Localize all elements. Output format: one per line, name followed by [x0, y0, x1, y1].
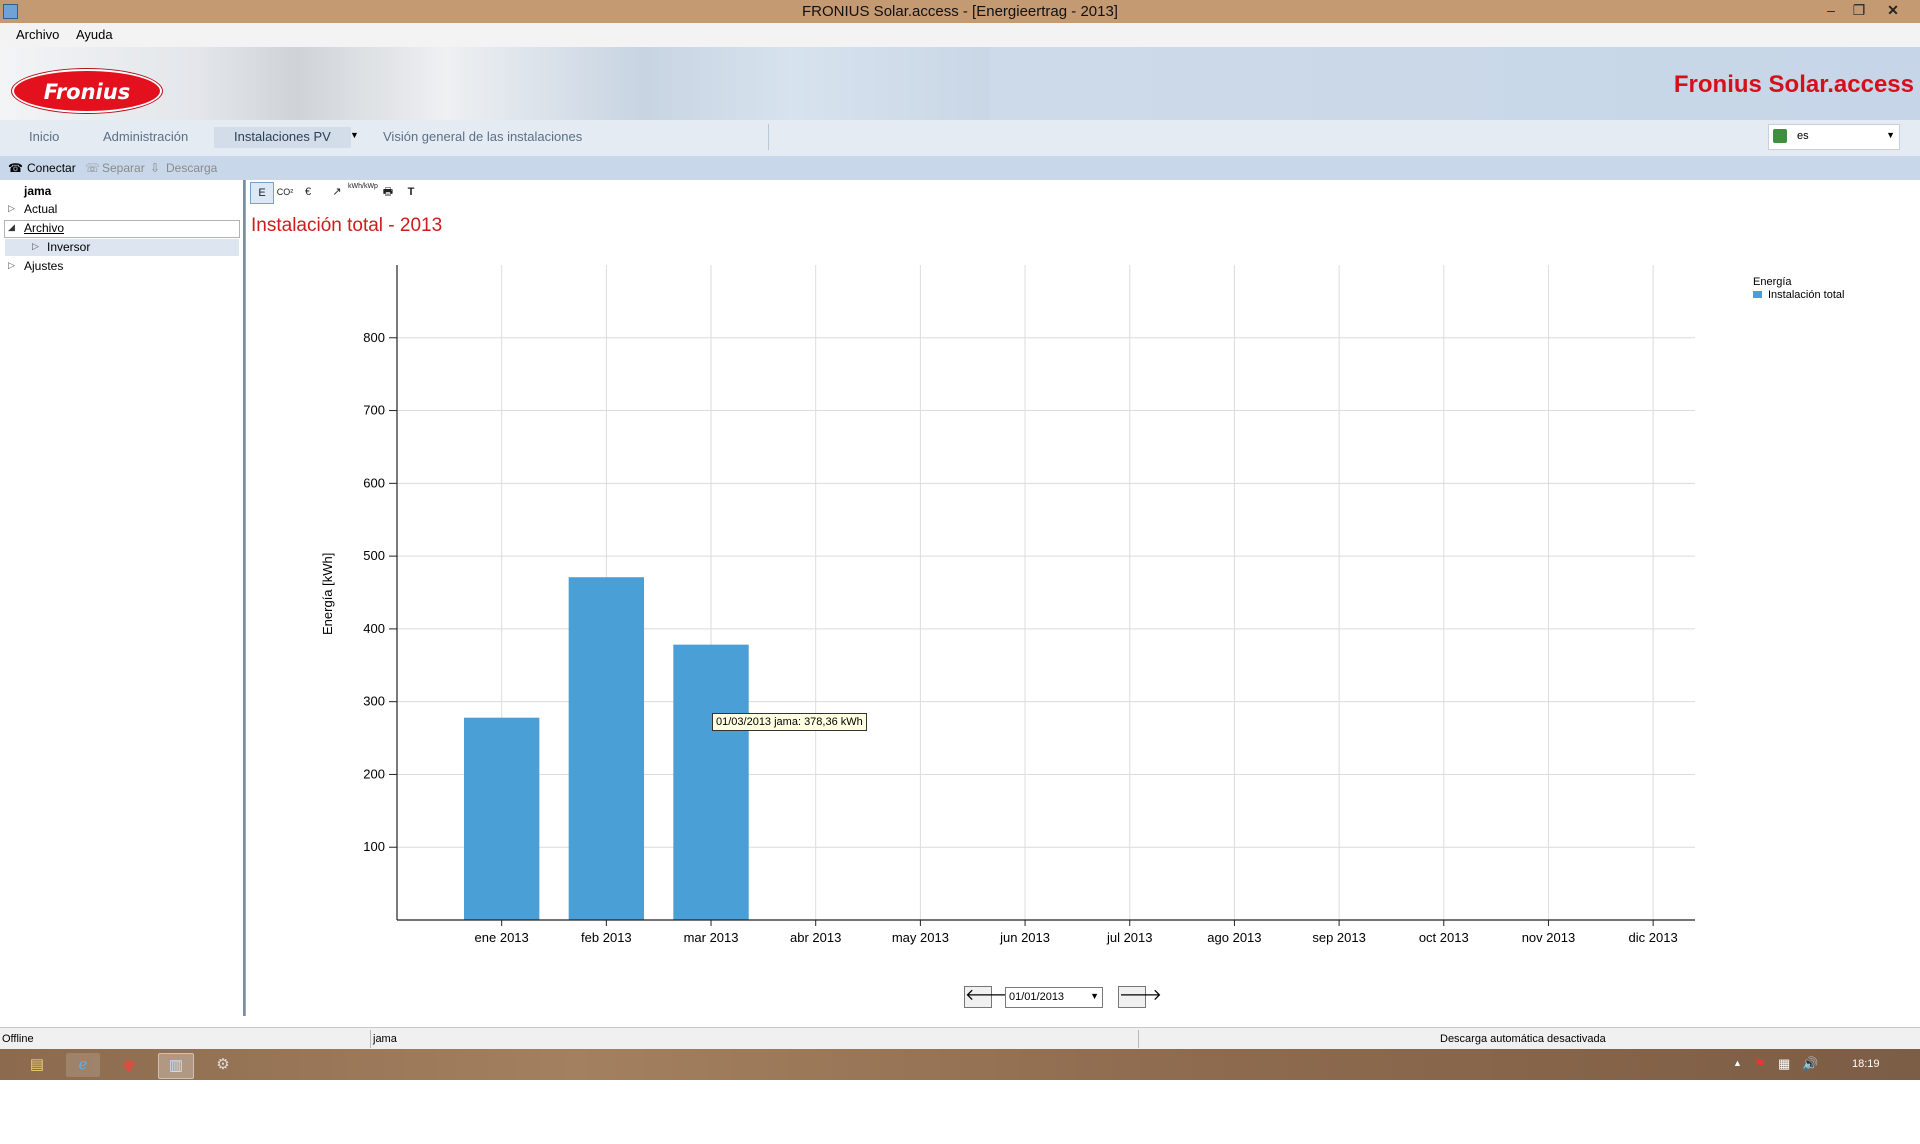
chrome-icon[interactable]: ◉: [112, 1053, 146, 1077]
clock: 18:19: [1852, 1058, 1880, 1070]
bar-tooltip: 01/03/2013 jama: 378,36 kWh: [712, 713, 867, 731]
y-tick-label: 800: [363, 330, 385, 345]
x-tick-label: ago 2013: [1207, 930, 1261, 945]
chart-bar[interactable]: [463, 717, 540, 920]
connection-status: Offline: [2, 1033, 34, 1045]
x-tick-label: sep 2013: [1312, 930, 1366, 945]
status-divider: [370, 1030, 371, 1048]
x-tick-label: feb 2013: [581, 930, 632, 945]
x-tick-label: oct 2013: [1419, 930, 1469, 945]
volume-icon[interactable]: 🔊: [1802, 1056, 1818, 1072]
previous-period-button[interactable]: 🡐: [964, 986, 1008, 1008]
x-tick-label: nov 2013: [1522, 930, 1576, 945]
x-tick-label: abr 2013: [790, 930, 841, 945]
y-tick-label: 400: [363, 621, 385, 636]
legend-series-label: Instalación total: [1768, 289, 1845, 301]
x-tick-label: may 2013: [892, 930, 949, 945]
legend: Energía Instalación total: [1753, 276, 1844, 301]
x-tick-label: jul 2013: [1106, 930, 1153, 945]
y-tick-label: 600: [363, 475, 385, 490]
x-tick-label: mar 2013: [684, 930, 739, 945]
axes: 100 200 300 400 500 600 700 800 ene 2013 feb 2013…: [363, 265, 1695, 945]
chevron-down-icon[interactable]: ▼: [1090, 991, 1099, 1001]
y-tick-label: 700: [363, 403, 385, 418]
download-status: Descarga automática desactivada: [1440, 1033, 1606, 1045]
taskbar: ▤ ℯ ◉ ▥ ⚙ ▲ ⚑ ▦ 🔊 18:19: [0, 1049, 1920, 1080]
legend-title: Energía: [1753, 276, 1792, 288]
chart-bar[interactable]: [673, 644, 749, 920]
legend-swatch: [1753, 291, 1762, 298]
solar-access-icon[interactable]: ▥: [158, 1053, 194, 1079]
flag-icon[interactable]: ⚑: [1754, 1056, 1766, 1072]
y-tick-label: 100: [363, 839, 385, 854]
x-tick-label: ene 2013: [475, 930, 529, 945]
y-tick-label: 500: [363, 548, 385, 563]
system-name: jama: [373, 1033, 397, 1045]
network-icon[interactable]: ▦: [1778, 1056, 1790, 1072]
status-bar: Offline jama Descarga automática desacti…: [0, 1027, 1920, 1050]
x-tick-label: jun 2013: [999, 930, 1050, 945]
file-explorer-icon[interactable]: ▤: [20, 1053, 54, 1077]
date-picker[interactable]: 01/01/2013 ▼: [1005, 987, 1103, 1008]
date-value[interactable]: 01/01/2013: [1009, 991, 1064, 1003]
y-tick-label: 300: [363, 694, 385, 709]
energy-chart: 100 200 300 400 500 600 700 800 ene 2013 feb 2013…: [320, 265, 1695, 945]
x-tick-label: dic 2013: [1629, 930, 1678, 945]
y-tick-label: 200: [363, 766, 385, 781]
chart-bar[interactable]: [568, 577, 645, 920]
status-divider: [1138, 1030, 1139, 1048]
tray-expand-icon[interactable]: ▲: [1733, 1058, 1742, 1068]
internet-explorer-icon[interactable]: ℯ: [66, 1053, 100, 1077]
settings-icon[interactable]: ⚙: [206, 1053, 240, 1077]
next-period-button[interactable]: 🡒: [1118, 986, 1162, 1008]
y-axis-label: Energía [kWh]: [320, 553, 335, 635]
